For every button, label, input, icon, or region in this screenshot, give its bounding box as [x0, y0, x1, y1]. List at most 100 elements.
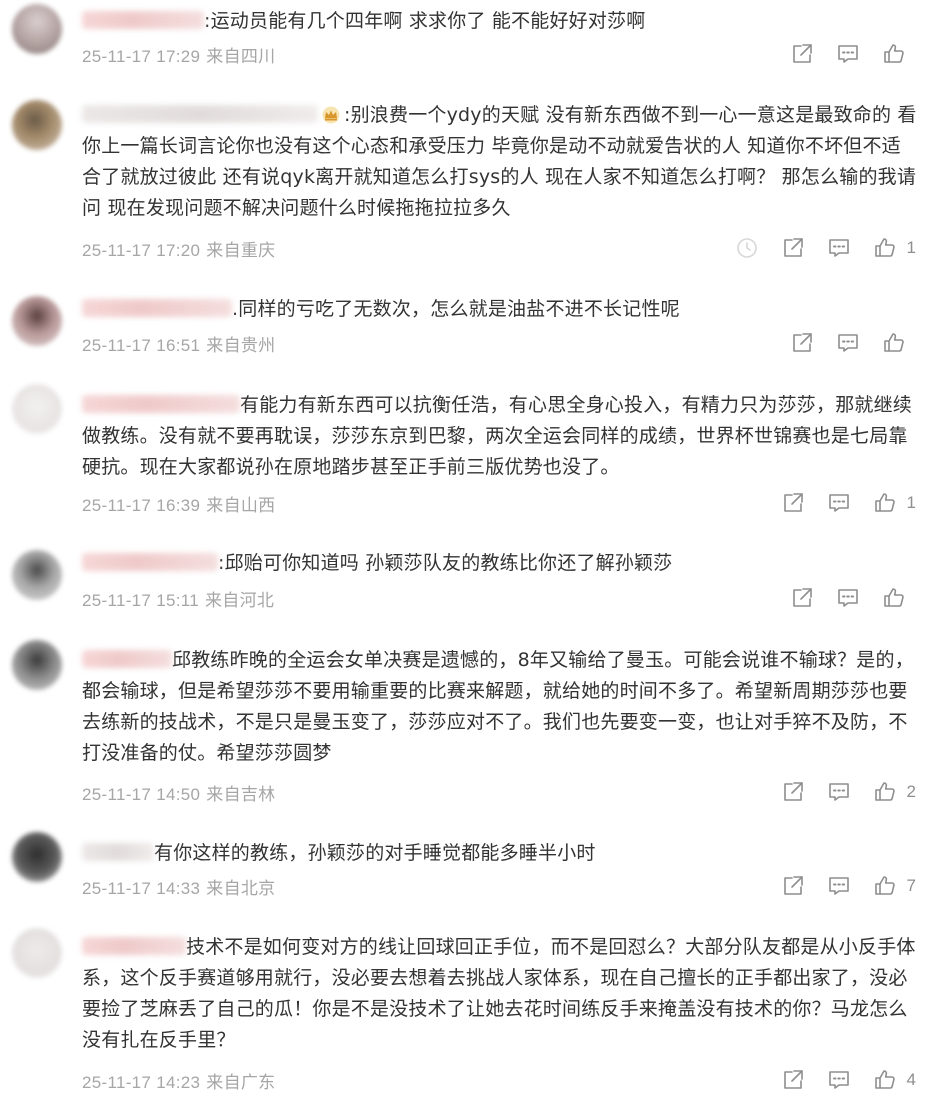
like-icon [874, 493, 895, 512]
comment-icon [828, 1071, 849, 1089]
share-icon [793, 333, 812, 352]
like-count: 2 [906, 782, 916, 801]
share-icon [793, 588, 812, 607]
comment-date: 25-11-17 17:29 [82, 47, 201, 66]
like-button[interactable]: 1 [873, 236, 916, 260]
share-button[interactable] [790, 42, 814, 66]
like-icon [874, 238, 895, 257]
reply-button[interactable] [836, 331, 860, 355]
username-redacted[interactable] [82, 395, 240, 413]
comment-meta: 25-11-17 14:23 来自广东 [82, 1068, 275, 1093]
comment-region: 来自山西 [206, 496, 276, 515]
avatar[interactable] [12, 100, 62, 150]
share-button[interactable] [790, 586, 814, 610]
comment-text: 邱教练昨晚的全运会女单决赛是遗憾的，8年又输给了曼玉。可能会说谁不输球？是的，都… [82, 649, 914, 764]
avatar[interactable] [12, 832, 62, 882]
share-icon [783, 493, 803, 512]
share-button[interactable] [790, 331, 814, 355]
comment-actions: 1 [713, 236, 916, 260]
reply-button[interactable] [827, 1068, 851, 1092]
comment-meta: 25-11-17 14:50 来自吉林 [82, 780, 275, 805]
comment-meta: 25-11-17 17:29 来自四川 [82, 42, 275, 67]
comment-icon [828, 494, 849, 512]
reply-button[interactable] [836, 42, 860, 66]
comment-icon [828, 783, 849, 801]
comment-actions: 7 [759, 874, 916, 898]
share-icon [783, 782, 803, 801]
comment-icon [828, 239, 849, 257]
share-button[interactable] [781, 1068, 805, 1092]
reply-button[interactable] [827, 874, 851, 898]
comment-body: 有能力有新东西可以抗衡任浩，有心思全身心投入，有精力只为莎莎，那就继续做教练。没… [82, 390, 918, 483]
like-count: 1 [906, 238, 916, 257]
share-button[interactable] [781, 236, 805, 260]
comment-body: 技术不是如何变对方的线让回球回正手位，而不是回怼么？大部分队友都是从小反手体系，… [82, 932, 918, 1056]
comment-region: 来自北京 [206, 879, 276, 898]
comment-region: 来自广东 [206, 1073, 276, 1092]
avatar[interactable] [12, 640, 62, 690]
comment-text: 有你这样的教练，孙颖莎的对手睡觉都能多睡半小时 [154, 842, 596, 864]
reply-button[interactable] [827, 491, 851, 515]
comment-body: :别浪费一个ydy的天赋 没有新东西做不到一心一意这是最致命的 看你上一篇长词言… [82, 100, 918, 224]
username-redacted[interactable] [82, 105, 318, 123]
comment-date: 25-11-17 16:51 [82, 336, 201, 355]
comment-body: :运动员能有几个四年啊 求求你了 能不能好好对莎啊 [82, 6, 918, 37]
comment-date: 25-11-17 14:50 [82, 785, 201, 804]
like-icon [884, 588, 904, 607]
like-icon [874, 782, 895, 801]
comment-icon [838, 45, 858, 63]
like-button[interactable]: 4 [873, 1068, 916, 1092]
like-button[interactable]: 1 [873, 491, 916, 515]
like-button[interactable] [882, 331, 916, 355]
username-redacted[interactable] [82, 553, 218, 571]
comment-actions: 2 [759, 780, 916, 804]
comment-text: .同样的亏吃了无数次，怎么就是油盐不进不长记性呢 [232, 298, 680, 320]
comment-region: 来自四川 [206, 47, 276, 66]
reply-button[interactable] [836, 586, 860, 610]
username-redacted[interactable] [82, 843, 154, 861]
like-button[interactable] [882, 42, 916, 66]
share-button[interactable] [781, 874, 805, 898]
comment-meta: 25-11-17 17:20 来自重庆 [82, 236, 275, 261]
like-icon [874, 1070, 895, 1089]
avatar[interactable] [12, 928, 62, 978]
reply-button[interactable] [827, 236, 851, 260]
like-count: 1 [906, 493, 916, 512]
comment-region: 来自吉林 [206, 785, 276, 804]
comment-text: :邱贻可你知道吗 孙颖莎队友的教练比你还了解孙颖莎 [218, 552, 673, 574]
clock-button[interactable] [735, 236, 759, 260]
share-button[interactable] [781, 491, 805, 515]
crown-icon [322, 106, 340, 124]
comment-body: 邱教练昨晚的全运会女单决赛是遗憾的，8年又输给了曼玉。可能会说谁不输球？是的，都… [82, 645, 918, 769]
comment-region: 来自河北 [205, 591, 275, 610]
share-button[interactable] [781, 780, 805, 804]
avatar[interactable] [12, 550, 62, 600]
comment-date: 25-11-17 17:20 [82, 241, 201, 260]
clock-icon [736, 238, 757, 258]
comment-actions: 1 [759, 491, 916, 515]
comment-date: 25-11-17 15:11 [82, 591, 199, 610]
avatar[interactable] [12, 4, 62, 54]
like-button[interactable]: 2 [873, 780, 916, 804]
comment-date: 25-11-17 14:23 [82, 1073, 201, 1092]
username-redacted[interactable] [82, 650, 172, 668]
reply-button[interactable] [827, 780, 851, 804]
username-redacted[interactable] [82, 299, 232, 317]
like-icon [884, 44, 904, 63]
like-button[interactable]: 7 [873, 874, 916, 898]
comment-icon [838, 589, 858, 607]
like-icon [874, 876, 895, 895]
comment-body: 有你这样的教练，孙颖莎的对手睡觉都能多睡半小时 [82, 838, 918, 869]
share-icon [783, 1070, 803, 1089]
comment-date: 25-11-17 16:39 [82, 496, 201, 515]
comment-text: 技术不是如何变对方的线让回球回正手位，而不是回怼么？大部分队友都是从小反手体系，… [82, 936, 916, 1051]
avatar[interactable] [12, 384, 62, 434]
avatar[interactable] [12, 296, 62, 346]
like-count: 4 [906, 1070, 916, 1089]
username-redacted[interactable] [82, 937, 186, 955]
username-redacted[interactable] [82, 11, 204, 29]
like-button[interactable] [882, 586, 916, 610]
comment-actions [768, 42, 916, 66]
comment-meta: 25-11-17 16:39 来自山西 [82, 491, 275, 516]
like-icon [884, 333, 904, 352]
